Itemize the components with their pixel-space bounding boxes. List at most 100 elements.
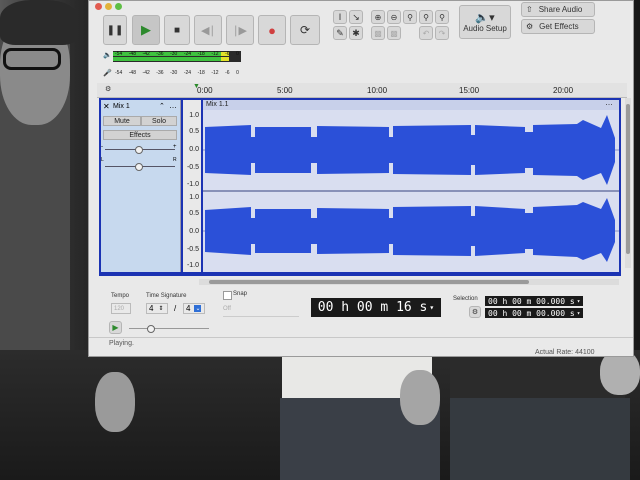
mute-button[interactable]: Mute	[103, 116, 141, 126]
track-name[interactable]: Mix 1	[113, 103, 130, 110]
time-display-value: 00 h 00 m 16 s	[317, 300, 428, 315]
audio-setup-button[interactable]: 🔈▾ Audio Setup	[459, 5, 511, 39]
loop-icon: ⟳	[299, 23, 311, 37]
pan-slider-knob[interactable]	[135, 163, 143, 171]
scale-label: 1.0	[189, 194, 199, 201]
effects-button[interactable]: Effects	[103, 130, 177, 140]
play-button[interactable]: ▶	[132, 15, 160, 45]
time-display[interactable]: 00 h 00 m 16 s ▾	[311, 298, 441, 317]
vertical-scrollbar[interactable]	[625, 98, 631, 268]
zoom-in-button[interactable]: ⊕	[371, 10, 385, 24]
skip-to-end-button[interactable]: ∣▶	[226, 15, 254, 45]
solo-button[interactable]: Solo	[141, 116, 177, 126]
snap-value: Off	[223, 306, 231, 312]
selection-end-value: 00 h 00 m 00.000 s	[488, 308, 575, 318]
envelope-tool-button[interactable]: ↘	[349, 10, 363, 24]
person-left-glasses	[3, 48, 61, 70]
clip-name[interactable]: Mix 1.1	[206, 101, 229, 108]
share-icon: ⇧	[526, 5, 533, 14]
ts-denominator-value: 4	[186, 304, 191, 313]
timeline-ruler[interactable]: ⚙ ▼ 0:00 5:00 10:00 15:00 20:00	[97, 83, 627, 98]
silence-button[interactable]: ▩	[387, 26, 401, 40]
minimize-window-button[interactable]	[105, 3, 112, 10]
chevron-down-icon: ▾	[576, 309, 581, 317]
pause-button[interactable]: ❚❚	[103, 15, 127, 45]
timeline-settings-icon[interactable]: ⚙	[105, 85, 111, 93]
zoom-window-button[interactable]	[115, 3, 122, 10]
ts-numerator-stepper[interactable]: 4 ⇕	[146, 303, 168, 314]
amplitude-scale: 1.0 0.5 0.0 -0.5 -1.0 1.0 0.5 0.0 -0.5 -…	[183, 100, 201, 272]
horizontal-scroll-thumb[interactable]	[209, 280, 529, 284]
multi-tool-button[interactable]: ✱	[349, 26, 363, 40]
fit-project-icon: ⚲	[423, 12, 429, 22]
selection-settings-button[interactable]: ⚙	[469, 306, 481, 318]
close-window-button[interactable]	[95, 3, 102, 10]
meter-tick: -18	[197, 70, 205, 76]
snap-select[interactable]: Off	[223, 306, 299, 317]
stepper-icon: ⇕	[158, 306, 164, 312]
zoom-out-button[interactable]: ⊖	[387, 10, 401, 24]
meter-tick: -18	[197, 51, 205, 57]
trim-button[interactable]: ▩	[371, 26, 385, 40]
gain-slider-knob[interactable]	[135, 146, 143, 154]
selection-tool-button[interactable]: I	[333, 10, 347, 24]
waveform-canvas[interactable]	[203, 110, 619, 272]
record-button[interactable]: ●	[258, 15, 286, 45]
draw-tool-button[interactable]: ✎	[333, 26, 347, 40]
clip-menu-icon[interactable]: …	[605, 98, 613, 107]
snap-checkbox[interactable]	[223, 291, 232, 300]
selection-end[interactable]: 00 h 00 m 00.000 s ▾	[485, 308, 583, 318]
playback-meter-level-right	[113, 57, 221, 61]
zoom-toggle-button[interactable]: ⚲	[435, 10, 449, 24]
collapse-track-icon[interactable]: ⌃	[159, 102, 165, 110]
fit-selection-button[interactable]: ⚲	[403, 10, 417, 24]
tempo-input[interactable]: 120	[111, 303, 131, 314]
track-menu-icon[interactable]: …	[169, 101, 177, 110]
play-speed-slider-knob[interactable]	[147, 325, 155, 333]
timeline-tick: 0:00	[197, 86, 213, 95]
horizontal-scrollbar[interactable]	[199, 279, 619, 285]
i-beam-icon: I	[338, 12, 342, 22]
microphone-icon: 🎤	[103, 70, 112, 77]
person-dark-shirt	[450, 350, 625, 400]
scale-label: 0.5	[189, 128, 199, 135]
skip-end-icon: ∣▶	[233, 24, 247, 37]
stop-button[interactable]: ■	[164, 15, 190, 45]
meter-tick: -6	[225, 51, 230, 57]
track-control-panel[interactable]: ✕ Mix 1 ⌃ … Mute Solo Effects - + L R	[101, 100, 181, 272]
trim-icon: ▩	[374, 28, 382, 38]
track-mix-1[interactable]: ✕ Mix 1 ⌃ … Mute Solo Effects - + L R 1.…	[99, 98, 621, 276]
multi-tool-icon: ✱	[352, 27, 360, 38]
get-effects-button[interactable]: ⚙ Get Effects	[521, 19, 595, 34]
audio-clip[interactable]: Mix 1.1 …	[203, 98, 619, 272]
record-icon: ●	[268, 22, 276, 38]
scale-label: -0.5	[186, 246, 199, 253]
play-speed-slider-track	[129, 328, 209, 329]
left-channel-waveform	[205, 115, 615, 185]
undo-button[interactable]: ↶	[419, 26, 433, 40]
fit-selection-icon: ⚲	[407, 12, 413, 22]
zoom-toggle-icon: ⚲	[439, 12, 445, 22]
ts-denominator-select[interactable]: 4 ⌄	[183, 303, 205, 314]
speaker-icon: 🔈▾	[475, 12, 495, 24]
scale-label: 0.0	[189, 228, 199, 235]
pan-right-label: R	[173, 157, 177, 163]
meter-tick: 0	[236, 70, 239, 76]
pencil-icon: ✎	[336, 27, 344, 38]
fit-project-button[interactable]: ⚲	[419, 10, 433, 24]
clip-header[interactable]: Mix 1.1 …	[203, 98, 619, 110]
close-track-icon[interactable]: ✕	[103, 102, 110, 111]
vertical-scroll-thumb[interactable]	[626, 104, 630, 254]
silence-icon: ▩	[390, 28, 398, 38]
envelope-icon: ↘	[352, 11, 360, 22]
gain-plus-icon: +	[173, 144, 177, 150]
meter-tick: -48	[128, 70, 136, 76]
selection-start[interactable]: 00 h 00 m 00.000 s ▾	[485, 296, 583, 306]
redo-button[interactable]: ↷	[435, 26, 449, 40]
share-audio-button[interactable]: ⇧ Share Audio	[521, 2, 595, 17]
play-at-speed-button[interactable]: ▶	[109, 321, 122, 334]
tempo-value: 120	[114, 305, 125, 312]
timeline-tick: 10:00	[367, 86, 388, 95]
loop-button[interactable]: ⟳	[290, 15, 320, 45]
skip-to-start-button[interactable]: ◀∣	[194, 15, 222, 45]
